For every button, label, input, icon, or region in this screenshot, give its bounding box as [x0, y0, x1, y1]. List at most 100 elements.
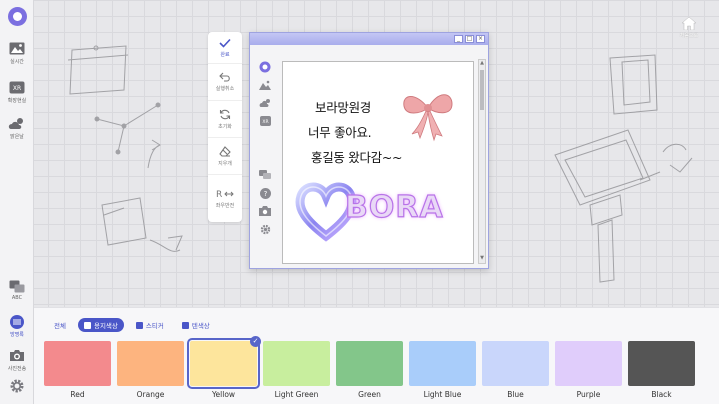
flip-icon: R — [216, 188, 234, 199]
color-swatch-blue[interactable]: Blue — [482, 341, 549, 399]
sidebar-item-label: ABC — [11, 295, 23, 301]
tab-sticker-label: 스티커 — [145, 322, 164, 330]
flip-button[interactable]: R 좌우반전 — [208, 175, 242, 221]
maximize-button[interactable]: □ — [465, 35, 474, 43]
edit-toolbar: 완료 실행취소 초기화 지우개 R 좌우반전 — [208, 32, 242, 222]
swatch-label: Yellow — [211, 390, 236, 399]
image-icon[interactable] — [257, 76, 273, 94]
flip-label: 좌우반전 — [215, 202, 235, 209]
swatch-label: Red — [70, 390, 85, 399]
scroll-up-icon[interactable]: ▲ — [479, 60, 485, 68]
option-tabs: 전체 용지색상 스티커 텐색상 — [48, 318, 216, 332]
color-swatch-red[interactable]: Red — [44, 341, 111, 399]
check-icon — [219, 38, 231, 48]
swatch-color-box — [409, 341, 476, 386]
ribbon-sticker[interactable] — [398, 84, 458, 142]
color-swatch-purple[interactable]: Purple — [555, 341, 622, 399]
logo-icon — [13, 12, 22, 21]
scroll-down-icon[interactable]: ▼ — [479, 255, 485, 263]
color-swatch-light-green[interactable]: Light Green — [263, 341, 330, 399]
svg-text:XR: XR — [262, 119, 268, 125]
color-swatch-green[interactable]: Green — [336, 341, 403, 399]
undo-button[interactable]: 실행취소 — [208, 64, 242, 101]
xr-icon: XR — [8, 81, 26, 95]
color-swatch-orange[interactable]: Orange — [117, 341, 184, 399]
camera-icon[interactable] — [257, 202, 273, 220]
sidebar-item-label: 맑은날 — [10, 133, 24, 140]
sidebar-item-abc[interactable]: ABC — [0, 270, 34, 310]
tab-pen-color[interactable]: 텐색상 — [176, 318, 216, 332]
eraser-button[interactable]: 지우개 — [208, 138, 242, 175]
swatch-label: Green — [358, 390, 381, 399]
gear-icon[interactable] — [257, 220, 273, 238]
tab-paper-color-label: 용지색상 — [93, 322, 118, 330]
sidebar-item-live[interactable]: 실시간 — [0, 33, 34, 73]
selected-check-icon: ✓ — [250, 336, 261, 347]
tab-pen-color-label: 텐색상 — [191, 322, 210, 330]
color-swatch-black[interactable]: Black — [628, 341, 695, 399]
reset-label: 초기화 — [218, 123, 232, 130]
sidebar-item-label: 방명록 — [10, 331, 24, 338]
window-side-tools: XR ? — [255, 58, 275, 263]
guestbook-icon — [8, 314, 26, 329]
sidebar-item-xr[interactable]: XR 확장현실 — [0, 72, 34, 112]
svg-text:R: R — [216, 190, 222, 199]
left-sidebar: 실시간 XR 확장현실 맑은날 ABC 방명록 사진전송 — [0, 0, 34, 404]
sidebar-item-label: 확장현실 — [7, 97, 27, 104]
window-logo-icon[interactable] — [257, 58, 273, 76]
swatch-label: Purple — [576, 390, 601, 399]
swatch-color-box — [117, 341, 184, 386]
note-scrollbar[interactable]: ▲ ▼ — [478, 59, 486, 264]
swatch-color-box — [187, 338, 260, 389]
swatch-label: Blue — [507, 390, 524, 399]
app-logo[interactable] — [8, 7, 27, 26]
swatch-color-box — [336, 341, 403, 386]
option-panel: 전체 용지색상 스티커 텐색상 Red Orange Yellow ✓ Light Gr… — [34, 307, 719, 404]
color-swatch-yellow[interactable]: Yellow ✓ — [187, 336, 261, 399]
color-swatch-light-blue[interactable]: Light Blue — [409, 341, 476, 399]
svg-text:?: ? — [263, 190, 267, 198]
svg-text:XR: XR — [13, 85, 21, 92]
swatch-label: Light Green — [274, 390, 319, 399]
help-icon[interactable]: ? — [257, 184, 273, 202]
eraser-icon — [219, 145, 231, 157]
swatch-label: Black — [651, 390, 672, 399]
pen-icon — [181, 321, 189, 329]
tab-sticker[interactable]: 스티커 — [130, 318, 170, 332]
weather-icon[interactable] — [257, 94, 273, 112]
swatch-label: Orange — [136, 390, 165, 399]
home-button[interactable]: 처음으로 — [673, 17, 705, 43]
minimize-button[interactable]: _ — [454, 35, 463, 43]
chat-icon[interactable] — [257, 166, 273, 184]
window-titlebar: _ □ × — [250, 33, 488, 45]
note-line-1: 보라망원경 — [315, 100, 372, 115]
swatch-color-box — [482, 341, 549, 386]
note-line-2: 너무 좋아요. — [308, 125, 372, 140]
done-label: 완료 — [220, 51, 230, 58]
sticker-icon — [135, 321, 143, 329]
close-button[interactable]: × — [476, 35, 485, 43]
home-icon — [682, 17, 696, 30]
settings-button[interactable] — [0, 366, 34, 404]
tab-paper-color[interactable]: 용지색상 — [77, 318, 124, 332]
tab-all-label: 전체 — [54, 322, 66, 330]
bora-sticker-text[interactable]: BORA — [344, 189, 444, 225]
swatch-label: Light Blue — [423, 390, 462, 399]
image-icon — [8, 42, 26, 56]
done-button[interactable]: 완료 — [208, 32, 242, 64]
guestbook-window: _ □ × XR ? 보라망원경 너무 좋아요. 홍길동 왔다감~~ BORA … — [249, 32, 489, 269]
guestbook-note-paper[interactable]: 보라망원경 너무 좋아요. 홍길동 왔다감~~ BORA — [282, 61, 474, 264]
swatch-color-box — [555, 341, 622, 386]
xr-icon[interactable]: XR — [257, 112, 273, 130]
tab-all[interactable]: 전체 — [48, 318, 72, 332]
sidebar-item-weather[interactable]: 맑은날 — [0, 108, 34, 148]
swatch-color-box — [628, 341, 695, 386]
weather-icon — [8, 117, 26, 131]
scroll-thumb[interactable] — [480, 70, 484, 110]
home-label: 처음으로 — [679, 33, 699, 39]
sidebar-item-label: 실시간 — [10, 58, 24, 65]
swatch-color-box — [44, 341, 111, 386]
gear-icon — [8, 379, 26, 393]
reset-button[interactable]: 초기화 — [208, 101, 242, 138]
paper-icon — [83, 321, 91, 329]
